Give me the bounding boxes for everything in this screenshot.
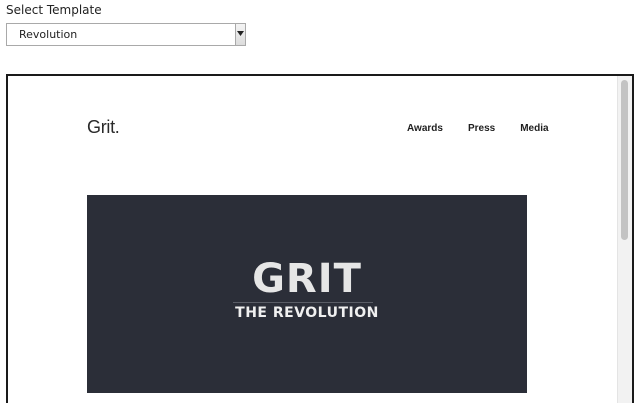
preview-nav: Awards Press Media — [407, 123, 549, 134]
hero-subtitle: THE REVOLUTION — [235, 305, 379, 321]
select-template-label: Select Template — [6, 3, 102, 17]
template-select-value: Revolution — [19, 28, 78, 41]
hero-title: GRIT — [252, 256, 362, 302]
nav-link-awards[interactable]: Awards — [407, 123, 443, 134]
template-preview-frame: Grit. Awards Press Media GRIT THE REVOLU… — [6, 74, 634, 403]
preview-scrollbar[interactable] — [617, 76, 632, 403]
preview-logo[interactable]: Grit. — [87, 117, 120, 138]
nav-link-press[interactable]: Press — [468, 123, 495, 134]
nav-link-media[interactable]: Media — [520, 123, 548, 134]
scrollbar-thumb[interactable] — [621, 80, 628, 240]
template-select[interactable]: Revolution — [6, 23, 246, 46]
hero-divider — [233, 302, 373, 303]
dropdown-arrow-icon[interactable] — [235, 24, 245, 45]
preview-hero-banner: GRIT THE REVOLUTION — [87, 195, 527, 393]
